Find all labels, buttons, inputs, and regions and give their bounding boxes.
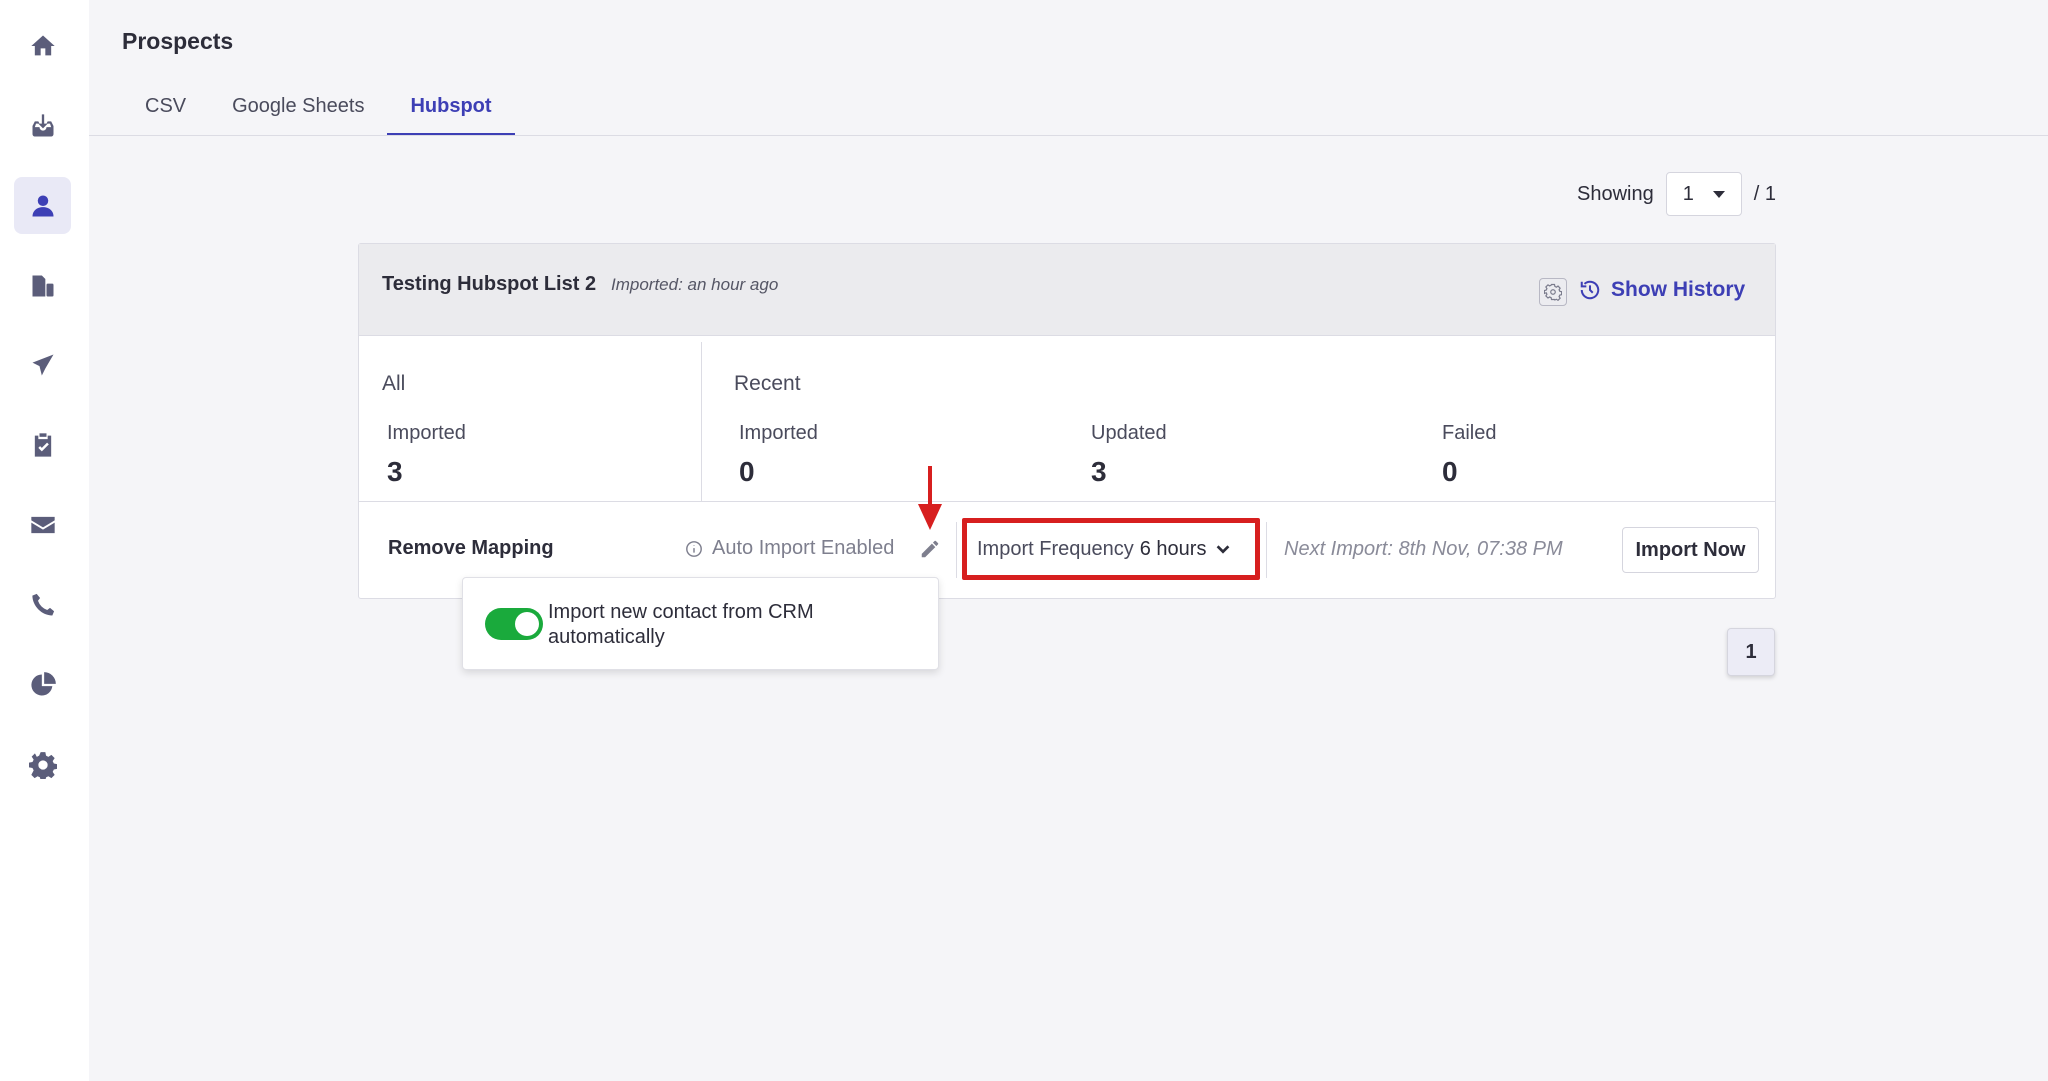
sidebar-item-reports[interactable] [14, 656, 71, 713]
sidebar [0, 0, 89, 1081]
list-settings-button[interactable] [1539, 278, 1567, 306]
sidebar-item-imports[interactable] [14, 97, 71, 154]
sidebar-item-prospects[interactable] [14, 177, 71, 234]
documents-icon [32, 275, 53, 296]
showing-label: Showing [1577, 182, 1654, 205]
recent-imported-label: Imported [739, 422, 818, 444]
chevron-down-icon [1217, 545, 1230, 554]
pencil-icon[interactable] [919, 538, 941, 560]
recent-updated-value: 3 [1091, 456, 1107, 487]
clipboard-check-icon [34, 432, 51, 457]
all-imported-label: Imported [387, 422, 466, 444]
auto-import-popover: Import new contact from CRM automaticall… [462, 577, 939, 670]
page-total: / 1 [1753, 182, 1776, 205]
sidebar-item-sequences[interactable] [14, 336, 71, 393]
recent-failed-label: Failed [1442, 422, 1497, 444]
paper-plane-icon [32, 354, 53, 375]
phone-icon [31, 593, 54, 615]
sidebar-item-home[interactable] [14, 17, 71, 74]
gear-icon [28, 751, 57, 779]
sidebar-item-documents[interactable] [14, 257, 71, 314]
info-icon [686, 540, 702, 557]
user-icon [32, 195, 53, 216]
frequency-label: Import Frequency [977, 537, 1134, 560]
next-import-time: Next Import: 8th Nov, 07:38 PM [1284, 538, 1563, 560]
tab-hubspot[interactable]: Hubspot [387, 88, 515, 136]
auto-import-status: Auto Import Enabled [685, 537, 894, 560]
pie-chart-icon [30, 671, 56, 695]
showing-control: Showing 1 / 1 [1577, 172, 1776, 216]
page-select[interactable]: 1 [1665, 172, 1742, 216]
sidebar-item-calls[interactable] [14, 576, 71, 633]
recent-failed-value: 0 [1442, 456, 1458, 487]
recent-updated-label: Updated [1091, 422, 1167, 444]
pagination-page-1[interactable]: 1 [1727, 628, 1775, 676]
show-history-label: Show History [1611, 278, 1746, 301]
tab-csv[interactable]: CSV [122, 88, 209, 136]
actions-divider [1266, 522, 1267, 578]
recent-imported-value: 0 [739, 456, 755, 487]
hubspot-list-card: Testing Hubspot List 2 Imported: an hour… [358, 243, 1776, 599]
import-stats: All Imported 3 Recent Imported 0 Updated… [359, 336, 1775, 502]
source-tabs: CSV Google Sheets Hubspot [122, 88, 515, 136]
list-name: Testing Hubspot List 2 [382, 273, 597, 295]
sidebar-item-mail[interactable] [14, 496, 71, 553]
popover-text: Import new contact from CRM automaticall… [548, 601, 814, 648]
sidebar-item-settings[interactable] [14, 736, 71, 793]
all-imported-value: 3 [387, 456, 403, 487]
tab-google-sheets[interactable]: Google Sheets [209, 88, 387, 136]
auto-import-label: Auto Import Enabled [712, 537, 895, 559]
all-group-label: All [382, 372, 406, 395]
page-title: Prospects [122, 28, 234, 54]
import-now-button[interactable]: Import Now [1622, 527, 1759, 573]
history-icon [1580, 280, 1600, 300]
recent-group-label: Recent [734, 372, 801, 395]
tabs-divider [89, 135, 2048, 136]
page-select-value: 1 [1682, 182, 1694, 205]
remove-mapping-button[interactable]: Remove Mapping [388, 537, 554, 560]
auto-import-toggle[interactable] [485, 608, 543, 640]
stats-divider [701, 342, 702, 502]
sidebar-item-tasks[interactable] [14, 416, 71, 473]
show-history-button[interactable]: Show History [1579, 278, 1745, 302]
gear-outline-icon [1544, 283, 1562, 301]
envelope-icon [30, 516, 55, 533]
import-frequency-dropdown[interactable]: Import Frequency 6 hours [962, 518, 1260, 580]
red-arrow-annotation [918, 466, 942, 530]
card-header: Testing Hubspot List 2 Imported: an hour… [359, 244, 1775, 336]
inbox-download-icon [32, 113, 53, 136]
caret-down-icon [1712, 190, 1725, 198]
imported-timestamp: Imported: an hour ago [611, 275, 779, 294]
frequency-value: 6 hours [1139, 537, 1207, 560]
actions-divider [956, 522, 957, 578]
home-icon [30, 35, 55, 55]
